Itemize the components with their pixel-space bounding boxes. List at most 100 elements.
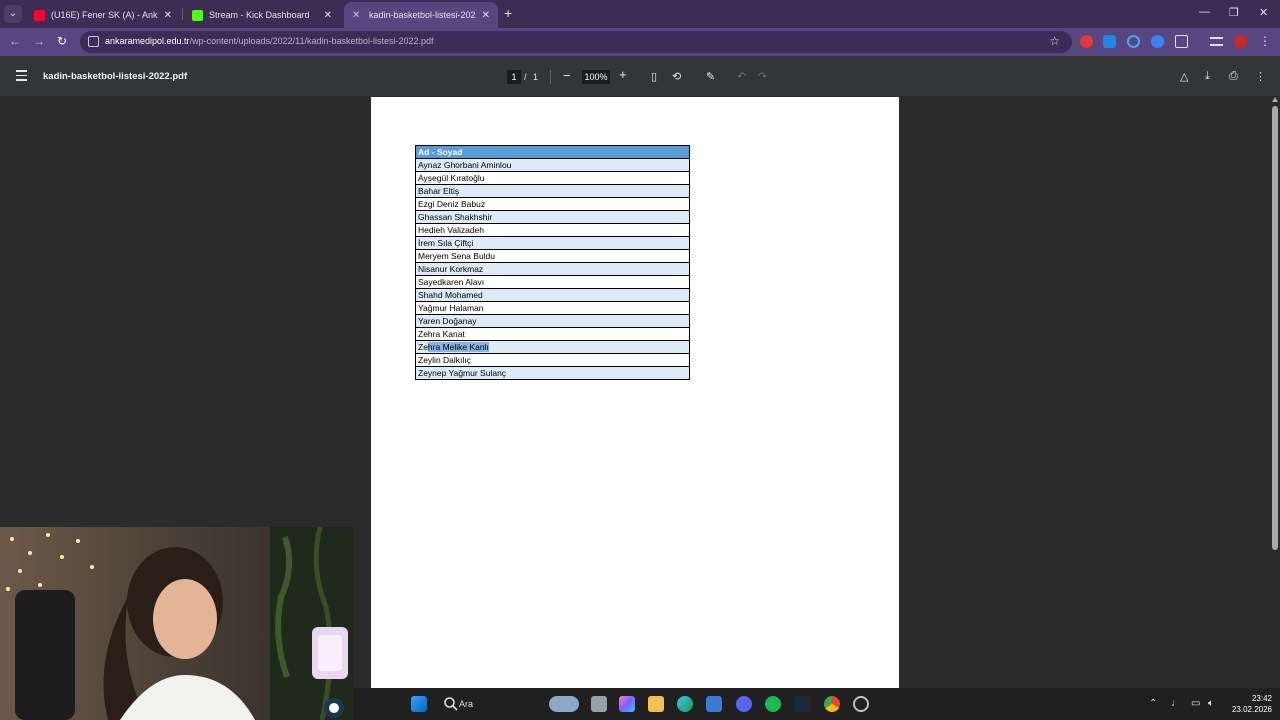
audio-extension-icon[interactable] bbox=[1127, 35, 1140, 48]
task-view-icon[interactable] bbox=[591, 696, 607, 712]
youtube-icon bbox=[34, 9, 45, 21]
spotify-icon[interactable] bbox=[765, 696, 781, 712]
back-button[interactable]: ← bbox=[9, 34, 21, 48]
player-name-cell: Zeynep Yağmur Sulanç bbox=[415, 366, 690, 380]
edge-icon[interactable] bbox=[677, 696, 693, 712]
microsoft-store-icon[interactable] bbox=[706, 696, 722, 712]
scroll-up-arrow-icon[interactable] bbox=[1272, 97, 1278, 102]
search-icon[interactable] bbox=[443, 696, 459, 712]
redo-icon[interactable]: ↷ bbox=[758, 70, 767, 83]
close-icon[interactable]: ✕ bbox=[482, 10, 490, 21]
table-row: Ezgi Deniz Babuz bbox=[415, 197, 690, 211]
profile-avatar[interactable] bbox=[1234, 35, 1247, 48]
system-clock[interactable]: 23:42 23.02.2026 bbox=[1232, 693, 1272, 715]
windows-start-icon[interactable] bbox=[411, 696, 427, 712]
vertical-scrollbar[interactable] bbox=[1270, 96, 1280, 688]
player-name-cell: Ezgi Deniz Babuz bbox=[415, 197, 690, 211]
drive-save-icon[interactable]: △ bbox=[1180, 70, 1188, 83]
tab-title: kadin-basketbol-listesi-2022.pdf bbox=[369, 10, 476, 20]
print-icon[interactable]: ⎙ bbox=[1229, 70, 1238, 83]
steam-icon[interactable] bbox=[794, 696, 810, 712]
browser-toolbar: ← → ↻ ankaramedipol.edu.tr/wp-content/up… bbox=[0, 28, 1280, 56]
copilot-icon[interactable] bbox=[619, 696, 635, 712]
zoom-in-button[interactable]: + bbox=[619, 67, 627, 82]
player-name-cell: Nisanur Korkmaz bbox=[415, 262, 690, 276]
extension-red-icon[interactable] bbox=[1080, 35, 1093, 48]
tab-title: (U16E) Fener SK (A) - Ankara Sp bbox=[51, 10, 158, 20]
tab-search-button[interactable]: ⌄ bbox=[4, 5, 22, 23]
bookmark-star-icon[interactable]: ☆ bbox=[1049, 34, 1060, 48]
volume-icon[interactable]: 🔈︎ bbox=[1208, 698, 1214, 709]
webcam-overlay bbox=[0, 527, 353, 720]
table-row: Meryem Sena Buldu bbox=[415, 249, 690, 263]
player-name-cell: Zehra Kanat bbox=[415, 327, 690, 341]
table-row: Zeynep Yağmur Sulanç bbox=[415, 366, 690, 380]
microphone-icon[interactable]: ♩ bbox=[1171, 698, 1181, 709]
taskbar-search-label[interactable]: Ara bbox=[459, 699, 473, 709]
show-hidden-icons-chevron[interactable]: ⌃ bbox=[1149, 698, 1157, 709]
player-name-cell: Hedieh Valizadeh bbox=[415, 223, 690, 237]
tab-strip: ⌄ (U16E) Fener SK (A) - Ankara Sp ✕ Stre… bbox=[0, 0, 1280, 28]
file-explorer-icon[interactable] bbox=[648, 696, 664, 712]
table-row: Zeylin Dalkılıç bbox=[415, 353, 690, 367]
rotate-icon[interactable]: ⟲ bbox=[672, 70, 681, 83]
zoom-level-input[interactable]: 100% bbox=[582, 70, 610, 84]
table-row: Ayşegül Kıratoğlu bbox=[415, 171, 690, 185]
table-row: Aynaz Ghorbani Aminlou bbox=[415, 158, 690, 172]
annotate-pen-icon[interactable]: ✎ bbox=[706, 70, 715, 83]
close-window-icon[interactable]: ✕ bbox=[1259, 6, 1268, 19]
vpn-extension-icon[interactable] bbox=[1151, 35, 1164, 48]
table-header: Ad - Soyad bbox=[415, 145, 690, 159]
player-table: Ad - Soyad Aynaz Ghorbani Aminlou Ayşegül… bbox=[415, 145, 690, 380]
tab-kick-dashboard[interactable]: Stream - Kick Dashboard ✕ bbox=[184, 2, 340, 28]
table-row: Yaren Doğanay bbox=[415, 314, 690, 328]
url-text: ankaramedipol.edu.tr/wp-content/uploads/… bbox=[105, 36, 434, 46]
webcam-image bbox=[0, 527, 353, 720]
page-separator: / bbox=[524, 72, 527, 82]
close-icon[interactable]: ✕ bbox=[164, 10, 172, 21]
close-icon[interactable]: ✕ bbox=[324, 10, 332, 21]
fit-page-icon[interactable]: ▯ bbox=[651, 70, 657, 83]
player-name-cell: Ayşegül Kıratoğlu bbox=[415, 171, 690, 185]
player-name-cell: Shahd Mohamed bbox=[415, 288, 690, 302]
network-icon[interactable]: ▭ bbox=[1191, 698, 1200, 709]
translate-extension-icon[interactable] bbox=[1103, 35, 1116, 48]
page-total: 1 bbox=[533, 72, 539, 82]
clock-date: 23.02.2026 bbox=[1231, 705, 1272, 714]
table-row: Ghassan Shakhshir bbox=[415, 210, 690, 224]
player-name-cell: İrem Sıla Çiftçi bbox=[415, 236, 690, 250]
site-info-icon[interactable] bbox=[88, 36, 99, 47]
player-name-cell: Zehra Melike Kanlı bbox=[415, 340, 690, 354]
undo-icon[interactable]: ↶ bbox=[737, 70, 746, 83]
tab-fenerbahce[interactable]: (U16E) Fener SK (A) - Ankara Sp ✕ bbox=[26, 2, 180, 28]
media-control-icon[interactable] bbox=[1210, 37, 1223, 46]
extensions-puzzle-icon[interactable] bbox=[1175, 35, 1188, 48]
pdf-sidebar-menu-icon[interactable] bbox=[16, 70, 27, 81]
obs-icon[interactable] bbox=[853, 696, 869, 712]
url-path: /wp-content/uploads/2022/11/kadin-basket… bbox=[189, 36, 434, 46]
taskbar: Ara ⌃ ♩ ▭ 🔈︎ 23:42 23.02.2026 bbox=[353, 688, 1280, 720]
kick-icon bbox=[192, 9, 203, 21]
page-number-input[interactable]: 1 bbox=[507, 70, 521, 84]
address-bar[interactable]: ankaramedipol.edu.tr/wp-content/uploads/… bbox=[80, 31, 1072, 53]
tab-pdf[interactable]: ✕ kadin-basketbol-listesi-2022.pdf ✕ bbox=[344, 2, 498, 28]
player-name-cell: Yağmur Halaman bbox=[415, 301, 690, 315]
new-tab-button[interactable]: + bbox=[504, 6, 512, 20]
player-name-cell: Zeylin Dalkılıç bbox=[415, 353, 690, 367]
table-row: Zehra Melike Kanlı bbox=[415, 340, 690, 354]
discord-icon[interactable] bbox=[736, 696, 752, 712]
reload-button[interactable]: ↻ bbox=[57, 34, 67, 48]
player-name-cell: Aynaz Ghorbani Aminlou bbox=[415, 158, 690, 172]
more-options-icon[interactable]: ⋮ bbox=[1255, 70, 1266, 83]
weather-widget-icon[interactable] bbox=[549, 696, 579, 712]
scroll-thumb[interactable] bbox=[1272, 106, 1278, 550]
menu-dots-icon[interactable]: ⋮ bbox=[1259, 34, 1271, 48]
chrome-icon[interactable] bbox=[824, 696, 840, 712]
clock-time: 23:42 bbox=[1251, 694, 1272, 703]
tab-title: Stream - Kick Dashboard bbox=[209, 10, 310, 20]
restore-icon[interactable]: ❐ bbox=[1229, 6, 1239, 19]
zoom-out-button[interactable]: − bbox=[563, 68, 571, 83]
minimize-icon[interactable]: — bbox=[1199, 6, 1210, 18]
download-icon[interactable]: ⤓ bbox=[1205, 70, 1210, 83]
forward-button[interactable]: → bbox=[33, 34, 45, 48]
